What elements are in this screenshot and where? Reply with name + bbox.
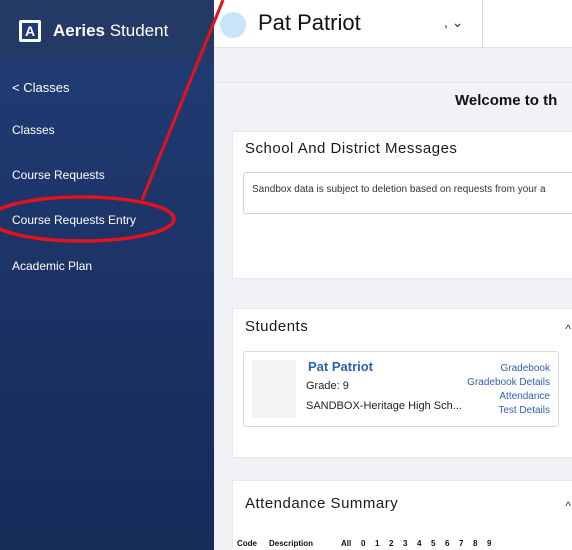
attendance-card: Attendance Summary ^ Code Description Al…: [232, 480, 572, 550]
students-collapse-icon[interactable]: ^: [565, 322, 571, 336]
col-period-2: 2: [389, 539, 394, 548]
back-to-classes-link[interactable]: < Classes: [12, 80, 69, 95]
student-dropdown-icon[interactable]: , ⌄: [444, 14, 464, 31]
col-description: Description: [269, 539, 314, 548]
brand-name: Aeries Student: [53, 21, 169, 40]
student-school: SANDBOX-Heritage High Sch...: [306, 400, 462, 412]
students-card: Students ^ Pat Patriot Grade: 9 SANDBOX-…: [232, 308, 572, 458]
col-period-0: 0: [361, 539, 366, 548]
sidebar-item-classes[interactable]: Classes: [12, 123, 55, 137]
attendance-link[interactable]: Attendance: [499, 391, 550, 402]
student-summary-card[interactable]: Pat Patriot Grade: 9 SANDBOX-Heritage Hi…: [243, 351, 559, 427]
col-period-8: 8: [473, 539, 478, 548]
sidebar-item-course-requests[interactable]: Course Requests: [12, 168, 105, 182]
col-period-4: 4: [417, 539, 422, 548]
main-content: Welcome to th School And District Messag…: [214, 48, 572, 550]
col-period-5: 5: [431, 539, 436, 548]
aeries-logo-icon: A: [19, 20, 41, 42]
student-card-name[interactable]: Pat Patriot: [308, 359, 373, 374]
students-title: Students: [245, 318, 309, 335]
brand-bar[interactable]: A Aeries Student: [0, 0, 214, 62]
attendance-title: Attendance Summary: [245, 495, 399, 512]
header-divider: [482, 0, 483, 48]
sidebar-item-academic-plan[interactable]: Academic Plan: [12, 259, 92, 273]
student-name[interactable]: Pat Patriot: [258, 10, 361, 36]
col-period-1: 1: [375, 539, 380, 548]
attendance-collapse-icon[interactable]: ^: [565, 499, 571, 513]
messages-card: School And District Messages Sandbox dat…: [232, 131, 572, 279]
sidebar-item-course-requests-entry[interactable]: Course Requests Entry: [12, 213, 136, 227]
col-all: All: [341, 539, 352, 548]
attendance-table-header: Code Description All 0 1 2 3 4 5 6 7 8 9: [237, 539, 497, 548]
content-divider: [214, 82, 572, 83]
col-period-9: 9: [487, 539, 492, 548]
avatar[interactable]: [220, 12, 246, 38]
student-grade: Grade: 9: [306, 380, 349, 392]
col-period-3: 3: [403, 539, 408, 548]
col-code: Code: [237, 539, 257, 548]
col-period-6: 6: [445, 539, 450, 548]
messages-title: School And District Messages: [245, 140, 458, 157]
student-photo: [252, 360, 296, 418]
gradebook-details-link[interactable]: Gradebook Details: [467, 377, 550, 388]
col-period-7: 7: [459, 539, 464, 548]
sidebar: A Aeries Student < Classes Classes Cours…: [0, 0, 214, 550]
messages-text: Sandbox data is subject to deletion base…: [243, 172, 572, 214]
test-details-link[interactable]: Test Details: [498, 405, 550, 416]
top-header: Pat Patriot , ⌄: [214, 0, 572, 48]
gradebook-link[interactable]: Gradebook: [501, 363, 550, 374]
page-title: Welcome to th: [455, 92, 558, 109]
